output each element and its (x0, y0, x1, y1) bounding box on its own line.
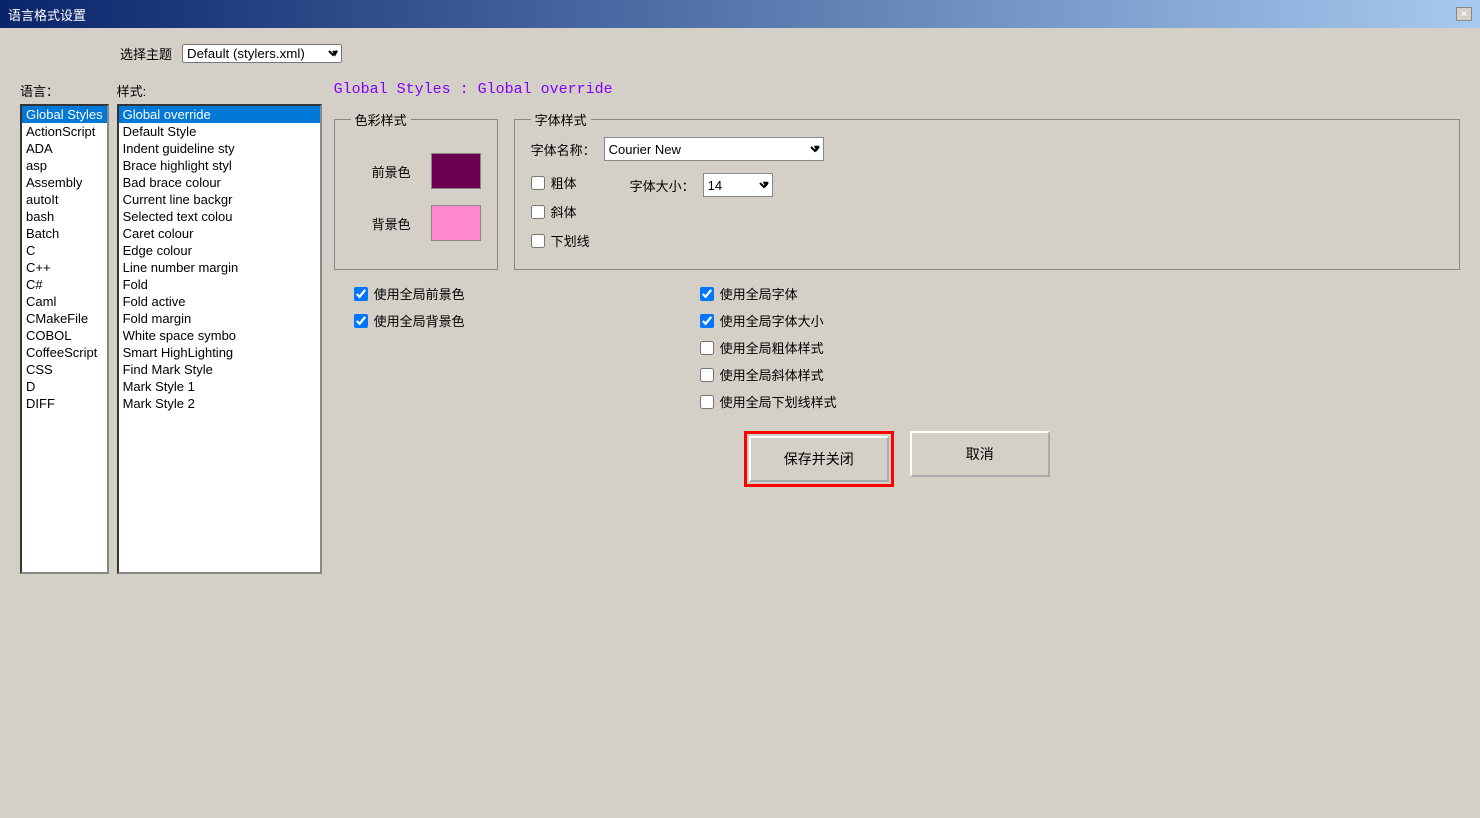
use-global-font-size-row[interactable]: 使用全局字体大小 (700, 311, 1460, 330)
language-list-item[interactable]: Caml (22, 293, 107, 310)
underline-checkbox-row[interactable]: 下划线 (531, 231, 590, 250)
language-list-item[interactable]: C# (22, 276, 107, 293)
background-label: 背景色 (351, 214, 411, 233)
foreground-label: 前景色 (351, 162, 411, 181)
style-list-item[interactable]: Find Mark Style (119, 361, 320, 378)
italic-checkbox[interactable] (531, 205, 545, 219)
style-list-item[interactable]: Fold (119, 276, 320, 293)
save-button[interactable]: 保存并关闭 (749, 436, 889, 482)
use-global-fg-checkbox[interactable] (354, 287, 368, 301)
language-list-item[interactable]: Global Styles (22, 106, 107, 123)
underline-checkbox[interactable] (531, 234, 545, 248)
use-global-italic-label: 使用全局斜体样式 (720, 365, 824, 384)
style-list-item[interactable]: Global override (119, 106, 320, 123)
font-name-label: 字体名称： (531, 140, 596, 159)
theme-label: 选择主题 (120, 44, 172, 63)
bold-checkbox[interactable] (531, 176, 545, 190)
close-button[interactable]: ✕ (1456, 7, 1472, 21)
style-list-item[interactable]: Smart HighLighting (119, 344, 320, 361)
use-global-underline-label: 使用全局下划线样式 (720, 392, 837, 411)
style-list-item[interactable]: Line number margin (119, 259, 320, 276)
language-list-item[interactable]: CMakeFile (22, 310, 107, 327)
style-list-item[interactable]: White space symbo (119, 327, 320, 344)
language-list[interactable]: Global StylesActionScriptADAaspAssemblya… (20, 104, 109, 574)
use-global-font-size-label: 使用全局字体大小 (720, 311, 824, 330)
font-size-select[interactable]: 891011121416182022242628364872 (703, 173, 773, 197)
use-global-bold-checkbox[interactable] (700, 341, 714, 355)
font-section-legend: 字体样式 (531, 110, 591, 129)
style-list-item[interactable]: Brace highlight styl (119, 157, 320, 174)
italic-checkbox-row[interactable]: 斜体 (531, 202, 590, 221)
dialog-title: 语言格式设置 (8, 5, 86, 24)
foreground-color-swatch[interactable] (431, 153, 481, 189)
language-list-item[interactable]: autoIt (22, 191, 107, 208)
language-list-item[interactable]: Assembly (22, 174, 107, 191)
use-global-underline-checkbox[interactable] (700, 395, 714, 409)
language-list-item[interactable]: CoffeeScript (22, 344, 107, 361)
use-global-underline-row[interactable]: 使用全局下划线样式 (700, 392, 1460, 411)
language-list-item[interactable]: DIFF (22, 395, 107, 412)
language-list-item[interactable]: Batch (22, 225, 107, 242)
language-list-header: 语言： (20, 81, 109, 100)
style-list-header: 样式: (117, 81, 322, 100)
use-global-bold-label: 使用全局粗体样式 (720, 338, 824, 357)
language-list-item[interactable]: D (22, 378, 107, 395)
use-global-italic-checkbox[interactable] (700, 368, 714, 382)
use-global-italic-row[interactable]: 使用全局斜体样式 (700, 365, 1460, 384)
use-global-fg-label: 使用全局前景色 (374, 284, 465, 303)
style-list-item[interactable]: Fold margin (119, 310, 320, 327)
use-global-bg-label: 使用全局背景色 (374, 311, 465, 330)
bold-checkbox-row[interactable]: 粗体 (531, 173, 590, 192)
style-list-item[interactable]: Caret colour (119, 225, 320, 242)
style-list-item[interactable]: Default Style (119, 123, 320, 140)
style-list-item[interactable]: Mark Style 2 (119, 395, 320, 412)
language-list-item[interactable]: ADA (22, 140, 107, 157)
style-list-item[interactable]: Selected text colou (119, 208, 320, 225)
title-bar: 语言格式设置 ✕ (0, 0, 1480, 28)
style-list-item[interactable]: Current line backgr (119, 191, 320, 208)
style-list-item[interactable]: Edge colour (119, 242, 320, 259)
font-name-select[interactable]: Courier New (604, 137, 824, 161)
use-global-fg-row[interactable]: 使用全局前景色 (354, 284, 674, 303)
language-list-item[interactable]: CSS (22, 361, 107, 378)
use-global-bg-row[interactable]: 使用全局背景色 (354, 311, 674, 330)
use-global-bg-checkbox[interactable] (354, 314, 368, 328)
style-list[interactable]: Global overrideDefault StyleIndent guide… (117, 104, 322, 574)
language-list-item[interactable]: C++ (22, 259, 107, 276)
color-section-legend: 色彩样式 (351, 110, 411, 129)
theme-select[interactable]: Default (stylers.xml)DarkLight (182, 44, 342, 63)
use-global-font-size-checkbox[interactable] (700, 314, 714, 328)
italic-label: 斜体 (551, 202, 577, 221)
language-list-item[interactable]: bash (22, 208, 107, 225)
style-list-item[interactable]: Indent guideline sty (119, 140, 320, 157)
panel-title: Global Styles : Global override (334, 81, 1460, 98)
bold-label: 粗体 (551, 173, 577, 192)
use-global-bold-row[interactable]: 使用全局粗体样式 (700, 338, 1460, 357)
use-global-font-row[interactable]: 使用全局字体 (700, 284, 1460, 303)
font-size-label: 字体大小： (630, 176, 695, 195)
language-list-item[interactable]: C (22, 242, 107, 259)
language-list-item[interactable]: COBOL (22, 327, 107, 344)
language-list-item[interactable]: asp (22, 157, 107, 174)
cancel-button[interactable]: 取消 (910, 431, 1050, 477)
style-list-item[interactable]: Fold active (119, 293, 320, 310)
background-color-swatch[interactable] (431, 205, 481, 241)
style-list-item[interactable]: Bad brace colour (119, 174, 320, 191)
language-list-item[interactable]: ActionScript (22, 123, 107, 140)
use-global-font-label: 使用全局字体 (720, 284, 798, 303)
use-global-font-checkbox[interactable] (700, 287, 714, 301)
style-list-item[interactable]: Mark Style 1 (119, 378, 320, 395)
underline-label: 下划线 (551, 231, 590, 250)
